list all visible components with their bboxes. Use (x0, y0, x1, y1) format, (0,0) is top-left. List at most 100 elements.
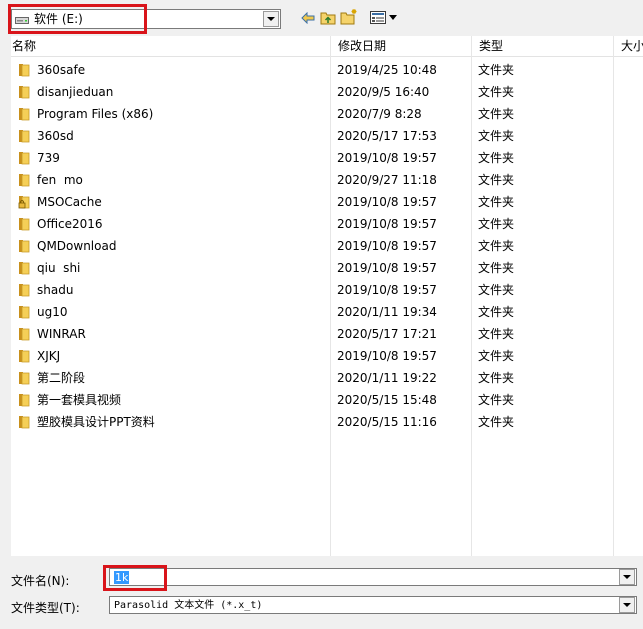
file-type: 文件夹 (478, 63, 515, 77)
file-row[interactable]: WINRAR 2020/5/17 17:21 文件夹 (11, 323, 643, 345)
filetype-select[interactable]: Parasolid 文本文件 (*.x_t) (109, 596, 637, 614)
folder-icon (18, 217, 30, 231)
column-header-size[interactable]: 大小 (621, 39, 643, 53)
file-name: disanjieduan (37, 85, 114, 99)
file-date: 2020/7/9 8:28 (337, 107, 422, 121)
folder-icon (18, 107, 30, 121)
file-name: WINRAR (37, 327, 86, 341)
filetype-dropdown-button[interactable] (619, 597, 635, 613)
file-date: 2019/10/8 19:57 (337, 261, 437, 275)
up-folder-icon[interactable] (320, 10, 336, 28)
file-type: 文件夹 (478, 107, 515, 121)
file-type: 文件夹 (478, 195, 515, 209)
file-name: 第二阶段 (37, 371, 86, 385)
file-row[interactable]: 第一套模具视频 2020/5/15 15:48 文件夹 (11, 389, 643, 411)
file-row[interactable]: XJKJ 2019/10/8 19:57 文件夹 (11, 345, 643, 367)
file-type: 文件夹 (478, 349, 515, 363)
file-row[interactable]: 739 2019/10/8 19:57 文件夹 (11, 147, 643, 169)
file-row[interactable]: fen mo 2020/9/27 11:18 文件夹 (11, 169, 643, 191)
file-name: 360safe (37, 63, 86, 77)
folder-icon (18, 415, 30, 429)
file-type: 文件夹 (478, 327, 515, 341)
file-name: Office2016 (37, 217, 103, 231)
new-folder-icon[interactable] (340, 8, 358, 28)
file-name: Program Files (x86) (37, 107, 154, 121)
filename-dropdown-button[interactable] (619, 569, 635, 585)
file-row[interactable]: Office2016 2019/10/8 19:57 文件夹 (11, 213, 643, 235)
file-name: 塑胶模具设计PPT资料 (37, 415, 155, 429)
file-date: 2020/5/17 17:53 (337, 129, 437, 143)
folder-icon (18, 327, 30, 341)
folder-icon (18, 305, 30, 319)
folder-icon (18, 393, 30, 407)
folder-icon (18, 151, 30, 165)
column-header-type[interactable]: 类型 (479, 39, 503, 53)
folder-icon (18, 63, 30, 77)
file-type: 文件夹 (478, 239, 515, 253)
file-date: 2020/5/17 17:21 (337, 327, 437, 341)
file-date: 2019/10/8 19:57 (337, 151, 437, 165)
view-menu-icon[interactable] (370, 11, 398, 27)
file-list[interactable]: 名称 修改日期 类型 大小 360safe 2019/4/25 10:48 文件夹 d… (11, 36, 643, 556)
file-date: 2020/5/15 11:16 (337, 415, 437, 429)
file-row[interactable]: 第二阶段 2020/1/11 19:22 文件夹 (11, 367, 643, 389)
file-row[interactable]: ug10 2020/1/11 19:34 文件夹 (11, 301, 643, 323)
folder-icon (18, 239, 30, 253)
filename-input[interactable]: 1k (109, 568, 637, 586)
file-row[interactable]: 360sd 2020/5/17 17:53 文件夹 (11, 125, 643, 147)
file-date: 2019/10/8 19:57 (337, 195, 437, 209)
file-date: 2019/4/25 10:48 (337, 63, 437, 77)
file-name: 360sd (37, 129, 74, 143)
file-date: 2019/10/8 19:57 (337, 239, 437, 253)
file-date: 2020/9/27 11:18 (337, 173, 437, 187)
file-row[interactable]: shadu 2019/10/8 19:57 文件夹 (11, 279, 643, 301)
back-arrow-icon[interactable] (301, 11, 315, 27)
file-name: XJKJ (37, 349, 61, 363)
file-date: 2020/1/11 19:22 (337, 371, 437, 385)
folder-icon (18, 129, 30, 143)
file-date: 2019/10/8 19:57 (337, 217, 437, 231)
file-row[interactable]: MSOCache 2019/10/8 19:57 文件夹 (11, 191, 643, 213)
file-date: 2020/1/11 19:34 (337, 305, 437, 319)
file-type: 文件夹 (478, 261, 515, 275)
file-type: 文件夹 (478, 129, 515, 143)
highlight-box-filename (103, 565, 167, 591)
locked-folder-icon (18, 195, 30, 209)
column-header-row: 名称 修改日期 类型 大小 (11, 36, 643, 57)
file-name: ug10 (37, 305, 68, 319)
file-name: shadu (37, 283, 74, 297)
filename-label: 文件名(N): (11, 574, 70, 588)
column-header-name[interactable]: 名称 (12, 39, 36, 53)
file-row[interactable]: Program Files (x86) 2020/7/9 8:28 文件夹 (11, 103, 643, 125)
file-type: 文件夹 (478, 283, 515, 297)
filetype-label: 文件类型(T): (11, 601, 80, 615)
file-row[interactable]: 360safe 2019/4/25 10:48 文件夹 (11, 59, 643, 81)
file-name: qiu shi (37, 261, 81, 275)
file-name: QMDownload (37, 239, 117, 253)
file-date: 2019/10/8 19:57 (337, 283, 437, 297)
file-row[interactable]: QMDownload 2019/10/8 19:57 文件夹 (11, 235, 643, 257)
file-name: MSOCache (37, 195, 102, 209)
file-name: fen mo (37, 173, 83, 187)
file-date: 2019/10/8 19:57 (337, 349, 437, 363)
file-type: 文件夹 (478, 305, 515, 319)
folder-icon (18, 283, 30, 297)
file-name: 第一套模具视频 (37, 393, 122, 407)
file-date: 2020/9/5 16:40 (337, 85, 430, 99)
column-header-date[interactable]: 修改日期 (338, 39, 386, 53)
file-type: 文件夹 (478, 151, 515, 165)
file-row[interactable]: disanjieduan 2020/9/5 16:40 文件夹 (11, 81, 643, 103)
look-in-dropdown-button[interactable] (263, 11, 279, 27)
filetype-value: Parasolid 文本文件 (*.x_t) (114, 600, 263, 611)
file-row[interactable]: 塑胶模具设计PPT资料 2020/5/15 11:16 文件夹 (11, 411, 643, 433)
file-type: 文件夹 (478, 173, 515, 187)
folder-icon (18, 349, 30, 363)
file-type: 文件夹 (478, 415, 515, 429)
file-name: 739 (37, 151, 60, 165)
folder-icon (18, 371, 30, 385)
file-row[interactable]: qiu shi 2019/10/8 19:57 文件夹 (11, 257, 643, 279)
file-type: 文件夹 (478, 371, 515, 385)
folder-icon (18, 173, 30, 187)
file-type: 文件夹 (478, 85, 515, 99)
folder-icon (18, 85, 30, 99)
